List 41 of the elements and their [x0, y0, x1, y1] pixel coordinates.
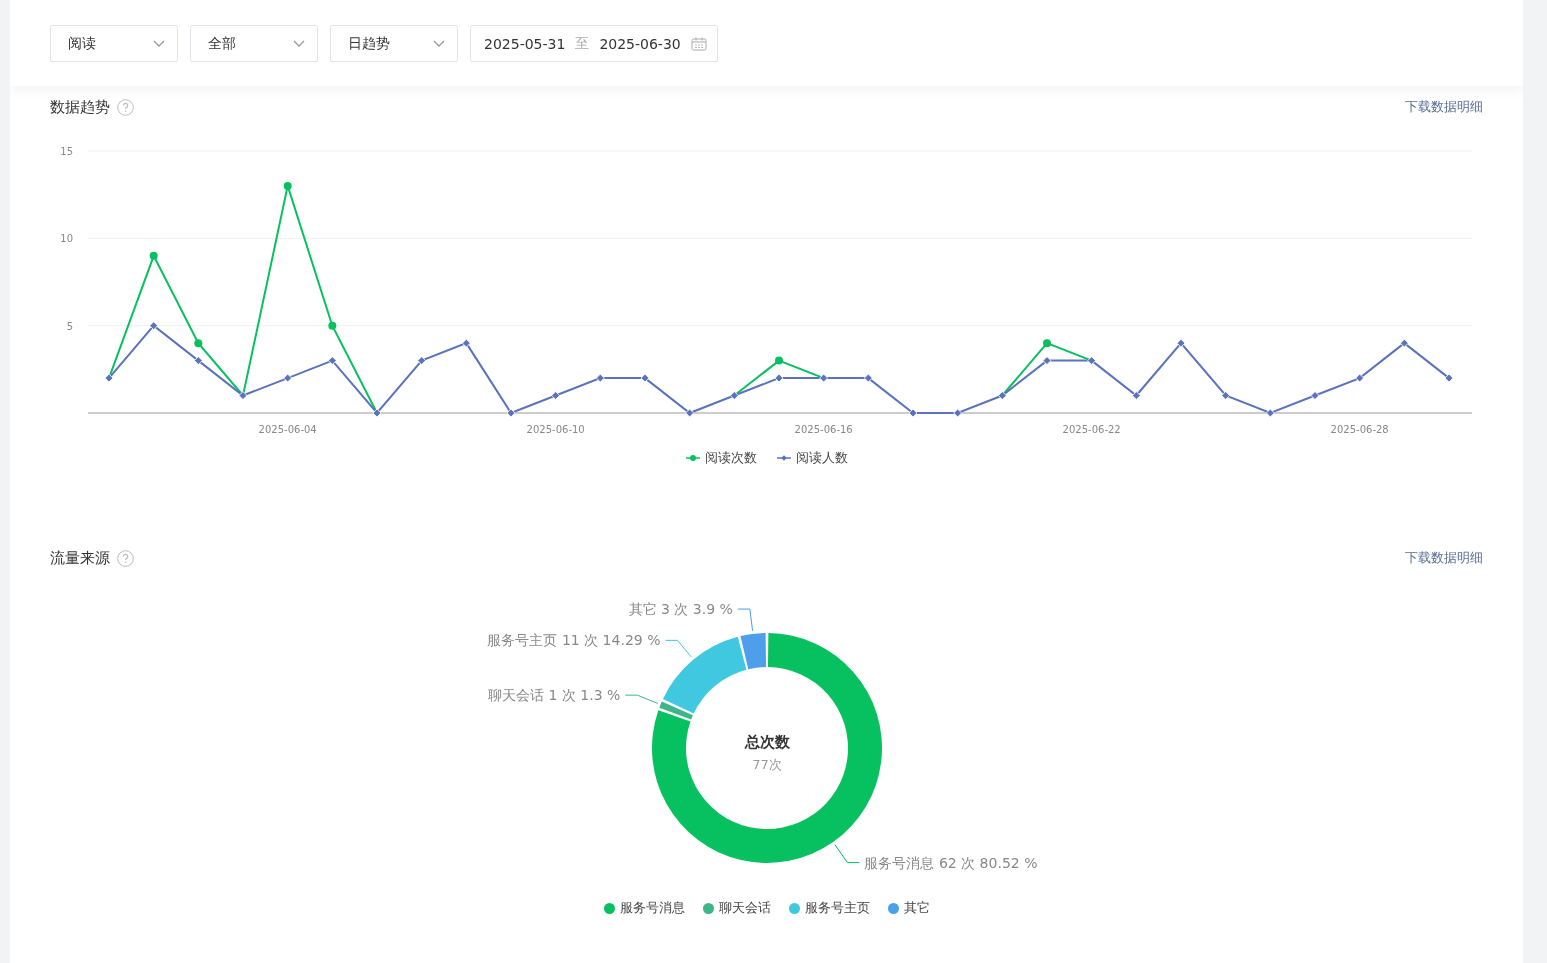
leader-line [664, 639, 692, 658]
legend-label: 其它 [903, 899, 930, 917]
download-link[interactable]: 下载数据明细 [1405, 549, 1483, 567]
legend-label: 阅读人数 [795, 449, 848, 467]
slice-label: 其它 3 次 3.9 % [628, 601, 733, 618]
x-axis-label: 2025-06-16 [794, 424, 853, 435]
slice-label: 聊天会话 1 次 1.3 % [487, 687, 620, 704]
legend-label: 服务号消息 [619, 899, 685, 917]
slice-label: 服务号消息 62 次 80.52 % [863, 854, 1037, 871]
legend-label: 服务号主页 [804, 899, 870, 917]
y-axis-label: 10 [60, 233, 73, 245]
end-date: 2025-06-30 [599, 35, 681, 52]
x-axis-label: 2025-06-10 [526, 424, 585, 435]
leader-line [833, 844, 860, 864]
range-separator: 至 [575, 34, 590, 53]
start-date: 2025-05-31 [484, 35, 566, 52]
y-axis-label: 15 [60, 146, 73, 157]
calendar-icon [690, 36, 707, 51]
dropdown[interactable]: 阅读 [50, 25, 178, 62]
x-axis-label: 2025-06-04 [258, 424, 317, 435]
y-axis-label: 5 [66, 320, 73, 332]
center-value: 77次 [751, 757, 782, 772]
chevron-down-icon [293, 39, 305, 48]
slice-label: 服务号主页 11 次 14.29 % [486, 632, 660, 649]
dropdown[interactable]: 全部 [190, 25, 318, 62]
date-range-field[interactable]: 2025-05-31 至 2025-06-30 [470, 25, 718, 62]
section-title: 流量来源 [50, 548, 110, 568]
chevron-down-icon [433, 39, 445, 48]
center-title: 总次数 [744, 733, 789, 751]
leader-line [624, 694, 658, 704]
legend-label: 阅读次数 [704, 449, 757, 467]
help-icon[interactable] [117, 549, 134, 567]
x-axis-label: 2025-06-28 [1330, 424, 1389, 435]
download-link[interactable]: 下载数据明细 [1405, 98, 1483, 116]
section-title: 数据趋势 [50, 97, 110, 117]
legend-label: 聊天会话 [718, 899, 771, 917]
leader-line [736, 608, 753, 632]
help-icon[interactable] [117, 98, 134, 116]
dropdown[interactable]: 日趋势 [330, 25, 458, 62]
chevron-down-icon [153, 39, 165, 48]
x-axis-label: 2025-06-22 [1062, 424, 1121, 435]
